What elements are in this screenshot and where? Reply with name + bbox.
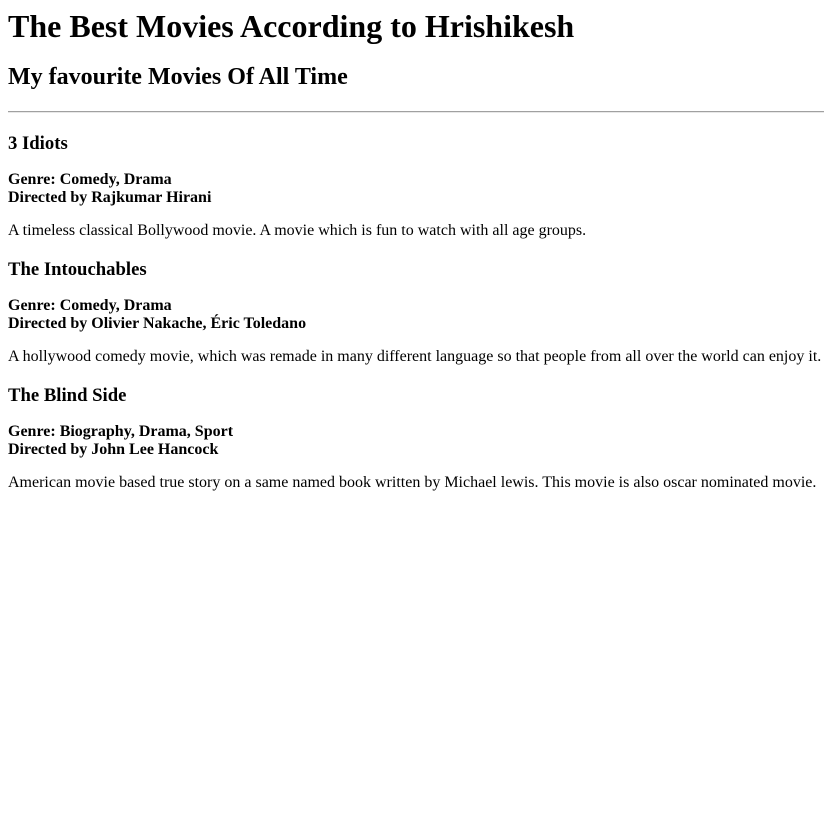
movie-description: A hollywood comedy movie, which was rema… (8, 348, 822, 365)
movie-title: The Intouchables (8, 259, 147, 280)
movie-entry: 3 Idiots Genre: Comedy, Drama Directed b… (8, 133, 824, 240)
movie-entry: The Blind Side Genre: Biography, Drama, … (8, 385, 824, 492)
movie-entry: The Intouchables Genre: Comedy, Drama Di… (8, 259, 824, 366)
movie-genre: Genre: Comedy, Drama (8, 297, 172, 314)
movie-meta: Genre: Biography, Drama, Sport Directed … (8, 423, 824, 459)
page-content: The Best Movies According to Hrishikesh … (0, 0, 832, 492)
page-subtitle: My favourite Movies Of All Time (8, 64, 348, 90)
movie-director: Directed by John Lee Hancock (8, 441, 219, 458)
movie-director: Directed by Olivier Nakache, Éric Toleda… (8, 315, 307, 332)
movie-description: A timeless classical Bollywood movie. A … (8, 222, 587, 239)
divider (8, 111, 824, 113)
movie-meta: Genre: Comedy, Drama Directed by Rajkuma… (8, 171, 824, 207)
movie-description: American movie based true story on a sam… (8, 474, 817, 491)
movie-title: The Blind Side (8, 385, 127, 406)
page-title: The Best Movies According to Hrishikesh (8, 8, 575, 44)
movie-genre: Genre: Biography, Drama, Sport (8, 423, 234, 440)
movie-genre: Genre: Comedy, Drama (8, 171, 172, 188)
movie-title: 3 Idiots (8, 133, 68, 154)
movie-director: Directed by Rajkumar Hirani (8, 189, 212, 206)
movie-meta: Genre: Comedy, Drama Directed by Olivier… (8, 297, 824, 333)
